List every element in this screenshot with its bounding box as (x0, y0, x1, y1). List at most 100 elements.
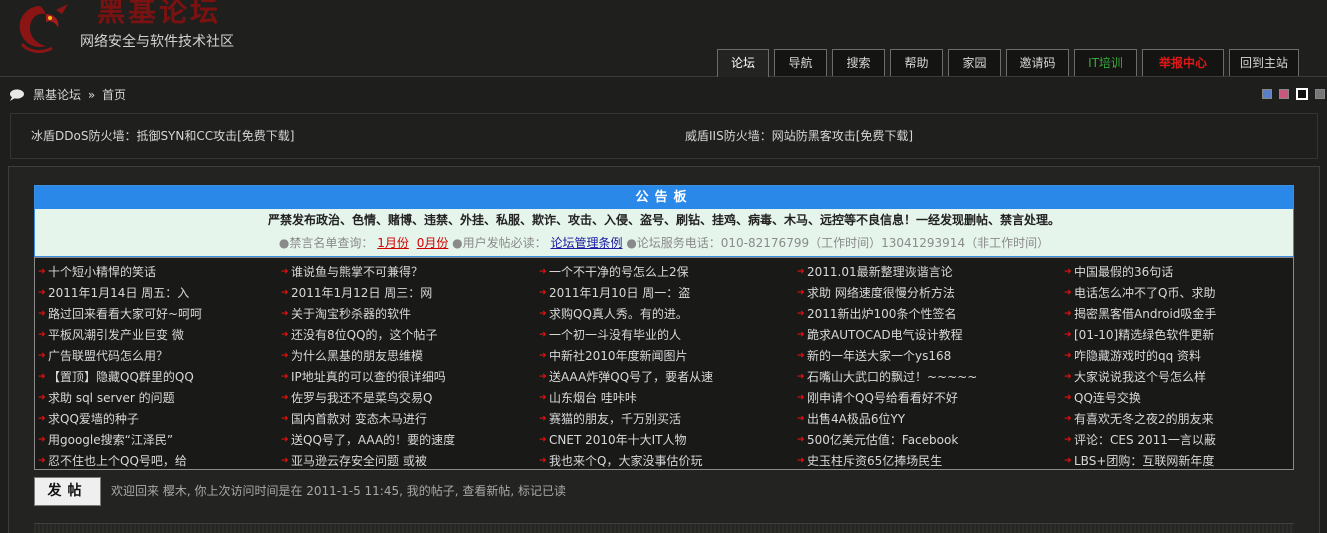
thread-item[interactable]: ➜ 跪求AUTOCAD电气设计教程 (797, 324, 977, 345)
thread-title[interactable]: 跪求AUTOCAD电气设计教程 (807, 326, 963, 344)
thread-item[interactable]: ➜ 送AAA炸弹QQ号了，要者从速 (539, 366, 713, 387)
thread-item[interactable]: ➜ IP地址真的可以查的很详细吗 (281, 366, 455, 387)
thread-title[interactable]: 广告联盟代码怎么用？ (48, 347, 168, 365)
thread-item[interactable]: ➜ 一个不干净的号怎么上2保 (539, 261, 713, 282)
thread-title[interactable]: 史玉柱斥资65亿捧场民生 (807, 452, 942, 470)
thread-title[interactable]: 求QQ爱墙的种子 (48, 410, 139, 428)
style-swatch-blue[interactable] (1262, 89, 1272, 99)
thread-title[interactable]: 2011新出炉100条个性签名 (807, 305, 956, 323)
thread-item[interactable]: ➜ 国内首款对 变态木马进行 (281, 408, 455, 429)
thread-item[interactable]: ➜ 一个初一斗没有毕业的人 (539, 324, 713, 345)
nav-tab-5[interactable]: 邀请码 (1006, 49, 1069, 76)
thread-title[interactable]: 揭密黑客借Android吸金手 (1074, 305, 1216, 323)
thread-item[interactable]: ➜ 还没有8位QQ的，这个帖子 (281, 324, 455, 345)
thread-title[interactable]: 山东烟台 哇咔咔 (549, 389, 637, 407)
thread-item[interactable]: ➜ 刚申请个QQ号给看看好不好 (797, 387, 977, 408)
thread-item[interactable]: ➜ 【置顶】隐藏QQ群里的QQ (38, 366, 202, 387)
style-swatch-pink[interactable] (1279, 89, 1289, 99)
thread-title[interactable]: 还没有8位QQ的，这个帖子 (291, 326, 438, 344)
new-post-button[interactable]: 发帖 (34, 477, 101, 506)
thread-title[interactable]: 2011年1月10日 周一：盗 (549, 284, 690, 302)
thread-item[interactable]: ➜ CNET 2010年十大IT人物 (539, 429, 713, 450)
thread-item[interactable]: ➜ 关于淘宝秒杀器的软件 (281, 303, 455, 324)
nav-tab-8[interactable]: 回到主站 (1229, 49, 1299, 76)
thread-item[interactable]: ➜ 2011年1月12日 周三：网 (281, 282, 455, 303)
thread-item[interactable]: ➜ 求助 sql server 的问题 (38, 387, 202, 408)
nav-tab-7[interactable]: 举报中心 (1142, 49, 1224, 76)
forum-rules-link[interactable]: 论坛管理条例 (550, 236, 622, 250)
ban-list-oct-link[interactable]: 0月份 (417, 236, 449, 250)
thread-item[interactable]: ➜ 送QQ号了，AAA的！要的速度 (281, 429, 455, 450)
ban-list-jan-link[interactable]: 1月份 (377, 236, 409, 250)
thread-title[interactable]: IP地址真的可以查的很详细吗 (291, 368, 446, 386)
nav-tab-1[interactable]: 导航 (774, 49, 827, 76)
breadcrumb-home-link[interactable]: 黑基论坛 (33, 88, 81, 102)
thread-title[interactable]: 中国最假的36句话 (1074, 263, 1173, 281)
thread-title[interactable]: 亚马逊云存安全问题 或被 (291, 452, 427, 470)
thread-item[interactable]: ➜ 我也来个Q，大家没事估价玩 (539, 450, 713, 471)
thread-title[interactable]: 佐罗与我还不是菜鸟交易Q (291, 389, 432, 407)
style-swatch-gray[interactable] (1315, 89, 1325, 99)
thread-item[interactable]: ➜ LBS+团购：互联网新年度 (1064, 450, 1216, 471)
thread-item[interactable]: ➜ 求购QQ真人秀。有的进。 (539, 303, 713, 324)
thread-title[interactable]: 路过回来看看大家可好~呵呵 (48, 305, 202, 323)
thread-title[interactable]: 平板风潮引发产业巨变 微 (48, 326, 184, 344)
dragon-logo-icon[interactable] (8, 0, 76, 54)
thread-title[interactable]: 新的一年送大家一个ys168 (807, 347, 951, 365)
thread-title[interactable]: QQ连号交换 (1074, 389, 1141, 407)
thread-title[interactable]: 2011年1月14日 周五：入 (48, 284, 189, 302)
thread-title[interactable]: LBS+团购：互联网新年度 (1074, 452, 1214, 470)
thread-title[interactable]: 忍不住也上个QQ号吧，给 (48, 452, 187, 470)
thread-item[interactable]: ➜ 咋隐藏游戏时的qq 资料 (1064, 345, 1216, 366)
thread-item[interactable]: ➜ 用google搜索“江泽民” (38, 429, 202, 450)
thread-item[interactable]: ➜ 揭密黑客借Android吸金手 (1064, 303, 1216, 324)
thread-title[interactable]: 咋隐藏游戏时的qq 资料 (1074, 347, 1201, 365)
thread-title[interactable]: 2011年1月12日 周三：网 (291, 284, 432, 302)
thread-title[interactable]: 为什么黑基的朋友思维模 (291, 347, 423, 365)
thread-item[interactable]: ➜ 广告联盟代码怎么用？ (38, 345, 202, 366)
thread-item[interactable]: ➜ 佐罗与我还不是菜鸟交易Q (281, 387, 455, 408)
thread-title[interactable]: 赛猫的朋友，千万别买活 (549, 410, 681, 428)
thread-item[interactable]: ➜ 电话怎么冲不了Q币、求助 (1064, 282, 1216, 303)
thread-title[interactable]: 有喜欢无冬之夜2的朋友来 (1074, 410, 1214, 428)
thread-item[interactable]: ➜ 2011年1月10日 周一：盗 (539, 282, 713, 303)
nav-tab-6[interactable]: IT培训 (1074, 49, 1137, 76)
thread-item[interactable]: ➜ 赛猫的朋友，千万别买活 (539, 408, 713, 429)
thread-title[interactable]: 求助 网络速度很慢分析方法 (807, 284, 955, 302)
thread-item[interactable]: ➜ [01-10]精选绿色软件更新 (1064, 324, 1216, 345)
thread-item[interactable]: ➜ 史玉柱斥资65亿捧场民生 (797, 450, 977, 471)
thread-item[interactable]: ➜ 有喜欢无冬之夜2的朋友来 (1064, 408, 1216, 429)
thread-title[interactable]: 谁说鱼与熊掌不可兼得？ (291, 263, 423, 281)
thread-item[interactable]: ➜ 中新社2010年度新闻图片 (539, 345, 713, 366)
style-swatch-black[interactable] (1296, 88, 1308, 100)
thread-title[interactable]: 刚申请个QQ号给看看好不好 (807, 389, 958, 407)
thread-item[interactable]: ➜ 大家说说我这个号怎么样 (1064, 366, 1216, 387)
thread-item[interactable]: ➜ 为什么黑基的朋友思维模 (281, 345, 455, 366)
thread-item[interactable]: ➜ 中国最假的36句话 (1064, 261, 1216, 282)
thread-title[interactable]: 国内首款对 变态木马进行 (291, 410, 427, 428)
nav-tab-3[interactable]: 帮助 (890, 49, 943, 76)
thread-title[interactable]: 中新社2010年度新闻图片 (549, 347, 688, 365)
thread-title[interactable]: 【置顶】隐藏QQ群里的QQ (48, 368, 194, 386)
thread-title[interactable]: 500亿美元估值：Facebook (807, 431, 958, 449)
thread-title[interactable]: 一个初一斗没有毕业的人 (549, 326, 681, 344)
thread-item[interactable]: ➜ 新的一年送大家一个ys168 (797, 345, 977, 366)
thread-title[interactable]: 电话怎么冲不了Q币、求助 (1074, 284, 1215, 302)
thread-item[interactable]: ➜ 求助 网络速度很慢分析方法 (797, 282, 977, 303)
site-title[interactable]: 黑基论坛 (97, 0, 221, 32)
thread-title[interactable]: 2011.01最新整理诙谐言论 (807, 263, 953, 281)
thread-item[interactable]: ➜ 求QQ爱墙的种子 (38, 408, 202, 429)
thread-title[interactable]: 关于淘宝秒杀器的软件 (291, 305, 411, 323)
nav-tab-0[interactable]: 论坛 (717, 49, 769, 77)
thread-title[interactable]: 出售4A极品6位YY (807, 410, 905, 428)
thread-title[interactable]: 大家说说我这个号怎么样 (1074, 368, 1206, 386)
thread-item[interactable]: ➜ 平板风潮引发产业巨变 微 (38, 324, 202, 345)
thread-title[interactable]: [01-10]精选绿色软件更新 (1074, 326, 1214, 344)
thread-title[interactable]: 送AAA炸弹QQ号了，要者从速 (549, 368, 713, 386)
nav-tab-2[interactable]: 搜索 (832, 49, 885, 76)
thread-item[interactable]: ➜ 评论：CES 2011一言以蔽 (1064, 429, 1216, 450)
thread-title[interactable]: 送QQ号了，AAA的！要的速度 (291, 431, 455, 449)
thread-item[interactable]: ➜ 亚马逊云存安全问题 或被 (281, 450, 455, 471)
thread-item[interactable]: ➜ 2011年1月14日 周五：入 (38, 282, 202, 303)
thread-title[interactable]: 十个短小精悍的笑话 (48, 263, 156, 281)
